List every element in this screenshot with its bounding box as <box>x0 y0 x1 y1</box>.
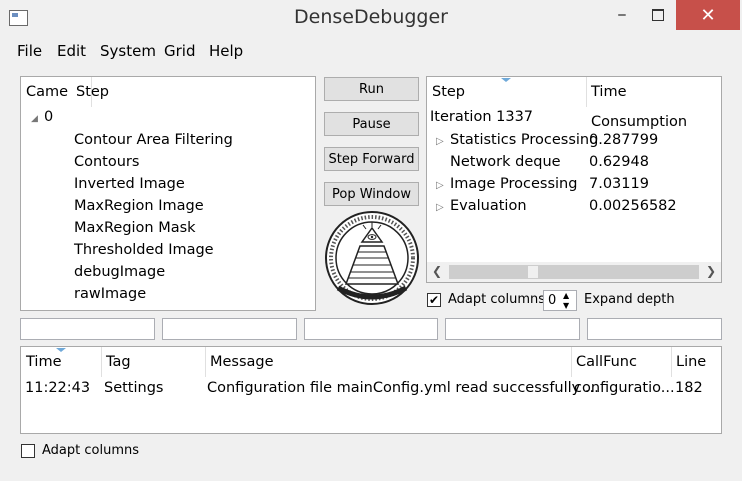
tree-item[interactable]: MaxRegion Image <box>74 198 204 214</box>
pop-window-button[interactable]: Pop Window <box>324 182 419 206</box>
spin-down-icon[interactable]: ▼ <box>563 301 569 310</box>
horizontal-scrollbar[interactable]: ❮ ❯ <box>427 262 721 282</box>
minimize-button[interactable]: ‒ <box>604 0 640 30</box>
expand-arrow-icon[interactable]: ▷ <box>436 180 444 191</box>
log-time-cell: 11:22:43 <box>25 380 91 396</box>
step-forward-button[interactable]: Step Forward <box>324 147 419 171</box>
column-header-came[interactable]: Came <box>21 77 78 107</box>
log-message-cell: Configuration file mainConfig.yml read s… <box>207 380 599 396</box>
tree-item-time: 0.62948 <box>589 154 649 170</box>
column-header-message[interactable]: Message <box>205 347 576 377</box>
menu-file[interactable]: File <box>17 42 42 60</box>
filter-field-5[interactable] <box>587 318 722 340</box>
tree-item[interactable]: rawImage <box>74 286 146 302</box>
menu-bar: File Edit System Grid Help <box>0 38 742 64</box>
filter-field-2[interactable] <box>162 318 297 340</box>
sort-indicator-icon <box>56 348 66 352</box>
adapt-columns-checkbox[interactable]: ✔ <box>427 293 441 307</box>
tree-item-name[interactable]: Statistics Processing <box>450 132 598 148</box>
scrollbar-thumb-notch[interactable] <box>527 265 539 279</box>
step-timing-tree[interactable]: Step Time Consumption Iteration 1337 ▷ S… <box>426 76 722 283</box>
menu-edit[interactable]: Edit <box>57 42 86 60</box>
column-header-step[interactable]: Step <box>71 77 316 107</box>
menu-system[interactable]: System <box>100 42 156 60</box>
tree-item-name[interactable]: Network deque <box>450 154 561 170</box>
pause-button[interactable]: Pause <box>324 112 419 136</box>
expand-arrow-icon[interactable]: ▷ <box>436 136 444 147</box>
log-adapt-columns-checkbox[interactable] <box>21 444 35 458</box>
log-adapt-columns-label: Adapt columns <box>42 443 139 458</box>
tree-item-time: 0.00256582 <box>589 198 677 214</box>
checkmark-icon: ✔ <box>428 293 440 307</box>
close-icon: ✕ <box>700 4 716 26</box>
expand-depth-label: Expand depth <box>584 292 675 307</box>
log-tag-cell: Settings <box>104 380 164 396</box>
tree-item-name[interactable]: Evaluation <box>450 198 527 214</box>
log-callfunc-cell: configuratio... <box>574 380 675 396</box>
seal-logo <box>325 211 419 305</box>
camera-step-tree[interactable]: Came Step ◢ 0 Contour Area Filtering Con… <box>20 76 316 311</box>
filter-field-3[interactable] <box>304 318 438 340</box>
title-bar: DenseDebugger ‒ ✕ <box>0 0 742 38</box>
scroll-left-icon[interactable]: ❮ <box>432 264 442 278</box>
tree-item[interactable]: debugImage <box>74 264 165 280</box>
tree-item[interactable]: Contour Area Filtering <box>74 132 233 148</box>
maximize-button[interactable] <box>640 0 676 30</box>
scrollbar-track[interactable] <box>449 265 699 279</box>
expand-depth-value[interactable]: 0 <box>548 293 556 308</box>
tree-item-time: 7.03119 <box>589 176 649 192</box>
tree-item[interactable]: MaxRegion Mask <box>74 220 196 236</box>
tree-root-item[interactable]: 0 <box>44 109 53 125</box>
column-header-callfunc[interactable]: CallFunc <box>571 347 676 377</box>
tree-item[interactable]: Inverted Image <box>74 176 185 192</box>
menu-help[interactable]: Help <box>209 42 243 60</box>
expand-arrow-icon[interactable]: ▷ <box>436 202 444 213</box>
column-header-time-consumption[interactable]: Time Consumption <box>586 77 727 130</box>
adapt-columns-label: Adapt columns <box>448 292 545 307</box>
column-header-line[interactable]: Line <box>671 347 726 377</box>
minimize-icon: ‒ <box>617 7 627 23</box>
log-line-cell: 182 <box>675 380 703 396</box>
close-button[interactable]: ✕ <box>676 0 740 30</box>
filter-field-1[interactable] <box>20 318 155 340</box>
maximize-icon <box>652 9 664 21</box>
tree-item[interactable]: Contours <box>74 154 139 170</box>
column-header-tag[interactable]: Tag <box>101 347 210 377</box>
expand-depth-spinbox[interactable]: 0 ▲ ▼ <box>543 290 577 311</box>
sort-indicator-icon <box>501 78 511 82</box>
tree-root-item[interactable]: Iteration 1337 <box>430 109 533 125</box>
collapse-arrow-icon[interactable]: ◢ <box>31 114 38 124</box>
scroll-right-icon[interactable]: ❯ <box>706 264 716 278</box>
tree-item-time: 0.287799 <box>589 132 659 148</box>
menu-grid[interactable]: Grid <box>164 42 195 60</box>
tree-item-name[interactable]: Image Processing <box>450 176 577 192</box>
filter-field-4[interactable] <box>445 318 580 340</box>
log-table[interactable]: Time Tag Message CallFunc Line 11:22:43 … <box>20 346 722 434</box>
tree-item[interactable]: Thresholded Image <box>74 242 214 258</box>
spin-up-icon[interactable]: ▲ <box>563 291 569 300</box>
run-button[interactable]: Run <box>324 77 419 101</box>
table-row[interactable]: 11:22:43 Settings Configuration file mai… <box>21 379 721 401</box>
